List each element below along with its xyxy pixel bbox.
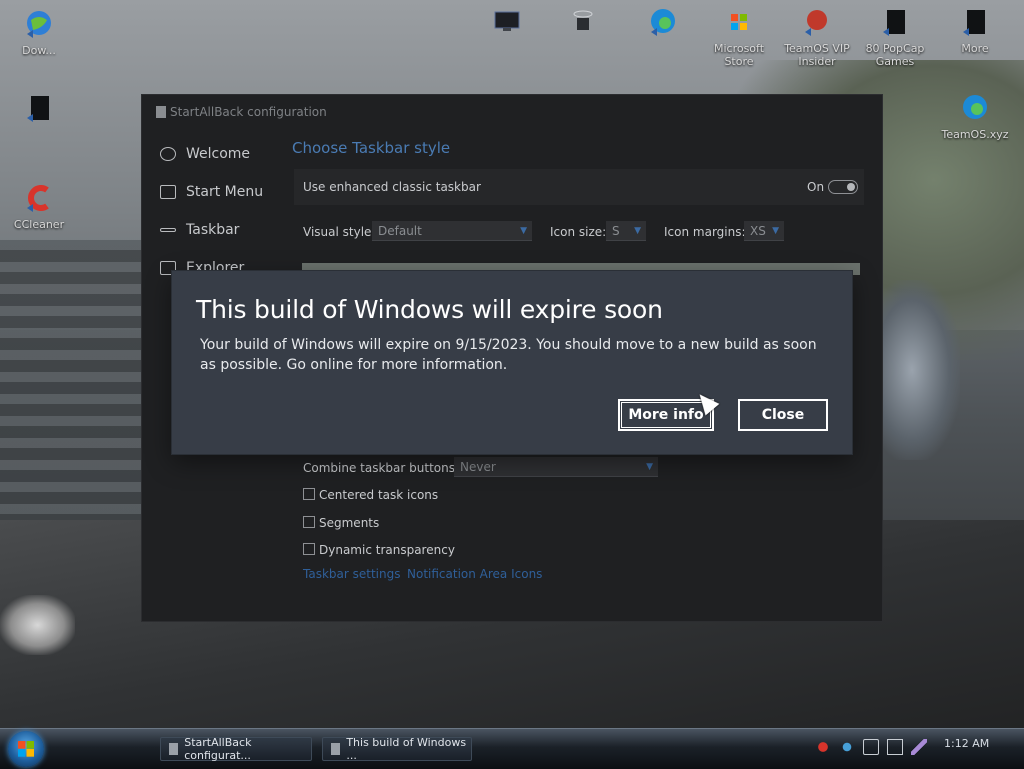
desktop-icon-store[interactable]: Microsoft Store <box>704 6 774 68</box>
desktop-icon-recycle[interactable] <box>548 6 618 42</box>
app-icon <box>156 106 166 118</box>
nav-item-taskbar[interactable]: Taskbar <box>152 211 282 249</box>
desktop-icon-edge[interactable] <box>628 6 698 42</box>
store-icon <box>731 14 747 30</box>
centered-icons-checkbox[interactable] <box>303 488 315 500</box>
system-tray <box>815 739 927 755</box>
desktop-icon-popcap[interactable]: 80 PopCap Games <box>860 6 930 68</box>
dialog-title: This build of Windows will expire soon <box>196 295 663 324</box>
sidebar-nav: Welcome Start Menu Taskbar Explorer <box>152 135 282 287</box>
ccleaner-tray-icon[interactable] <box>815 739 831 755</box>
taskbar-item-expire-dialog[interactable]: This build of Windows ... <box>322 736 472 762</box>
desktop-icon-folder[interactable] <box>4 92 74 128</box>
globe-icon <box>27 11 51 38</box>
icon-size-label: Icon size: <box>550 225 607 239</box>
close-button[interactable]: Close <box>738 399 828 431</box>
centered-icons-label: Centered task icons <box>319 488 439 502</box>
segments-checkbox[interactable] <box>303 516 315 528</box>
edge-icon <box>963 95 987 119</box>
windows-logo-icon <box>18 741 34 757</box>
dynamic-transparency-checkbox[interactable] <box>303 543 315 555</box>
start-button[interactable] <box>8 731 44 767</box>
dynamic-transparency-label: Dynamic transparency <box>319 543 455 557</box>
enhanced-taskbar-row: Use enhanced classic taskbar On <box>294 169 864 205</box>
edge-icon <box>651 9 675 36</box>
enhanced-taskbar-state: On <box>807 180 825 194</box>
icon-margins-select[interactable]: XS ▼ <box>744 221 784 241</box>
dark-folder-icon <box>27 96 49 122</box>
pen-tray-icon[interactable] <box>911 739 927 755</box>
nav-item-start-menu[interactable]: Start Menu <box>152 173 282 211</box>
taskbar-item-startallback[interactable]: StartAllBack configurat... <box>160 736 312 762</box>
wallpaper-police-car <box>0 595 75 655</box>
ccleaner-icon <box>27 185 49 212</box>
desktop-icon-teamos-xyz[interactable]: TeamOS.xyz <box>940 92 1010 141</box>
app-icon <box>169 743 179 755</box>
dark-folder-icon <box>883 10 905 36</box>
notification-area-icons-link[interactable]: Notification Area Icons <box>407 567 542 581</box>
taskbar-icon <box>160 228 176 232</box>
window-icon <box>331 743 341 755</box>
desktop-icon-more[interactable]: More <box>940 6 1010 55</box>
combine-buttons-label: Combine taskbar buttons: <box>303 461 460 475</box>
chevron-down-icon: ▼ <box>772 226 779 236</box>
wallpaper-car <box>880 280 960 460</box>
taskbar: StartAllBack configurat... This build of… <box>0 728 1024 769</box>
chevron-down-icon: ▼ <box>646 462 653 472</box>
volume-muted-icon[interactable] <box>863 739 879 755</box>
start-menu-icon <box>160 185 176 199</box>
visual-style-select[interactable]: Default ▼ <box>372 221 532 241</box>
enhanced-taskbar-toggle[interactable] <box>828 180 858 194</box>
dark-folder-icon <box>963 10 985 36</box>
desktop-icon-teamos-vip[interactable]: TeamOS VIP Insider <box>782 6 852 68</box>
expire-dialog: This build of Windows will expire soon Y… <box>172 271 852 454</box>
chevron-down-icon: ▼ <box>634 226 641 236</box>
smile-icon <box>160 147 176 161</box>
dialog-message: Your build of Windows will expire on 9/1… <box>200 337 817 373</box>
action-center-icon[interactable] <box>887 739 903 755</box>
segments-label: Segments <box>319 516 380 530</box>
combine-buttons-select[interactable]: Never ▼ <box>454 457 658 477</box>
desktop-icon-ccleaner[interactable]: CCleaner <box>4 182 74 231</box>
window-title: StartAllBack configuration <box>156 105 327 119</box>
network-tray-icon[interactable] <box>839 739 855 755</box>
monitor-icon <box>494 11 520 31</box>
nav-item-welcome[interactable]: Welcome <box>152 135 282 173</box>
desktop-icon-downloads[interactable]: Dow... <box>4 8 74 57</box>
section-title: Choose Taskbar style <box>292 139 451 157</box>
taskbar-settings-link[interactable]: Taskbar settings <box>303 567 400 581</box>
taskbar-clock[interactable]: 1:12 AM <box>944 737 989 750</box>
visual-style-label: Visual style: <box>303 225 376 239</box>
teamos-vip-icon <box>805 10 827 36</box>
chevron-down-icon: ▼ <box>520 226 527 236</box>
enhanced-taskbar-label: Use enhanced classic taskbar <box>303 180 481 194</box>
icon-size-select[interactable]: S ▼ <box>606 221 646 241</box>
recycle-bin-icon <box>573 10 593 30</box>
icon-margins-label: Icon margins: <box>664 225 746 239</box>
desktop-icon-monitor[interactable] <box>472 6 542 42</box>
